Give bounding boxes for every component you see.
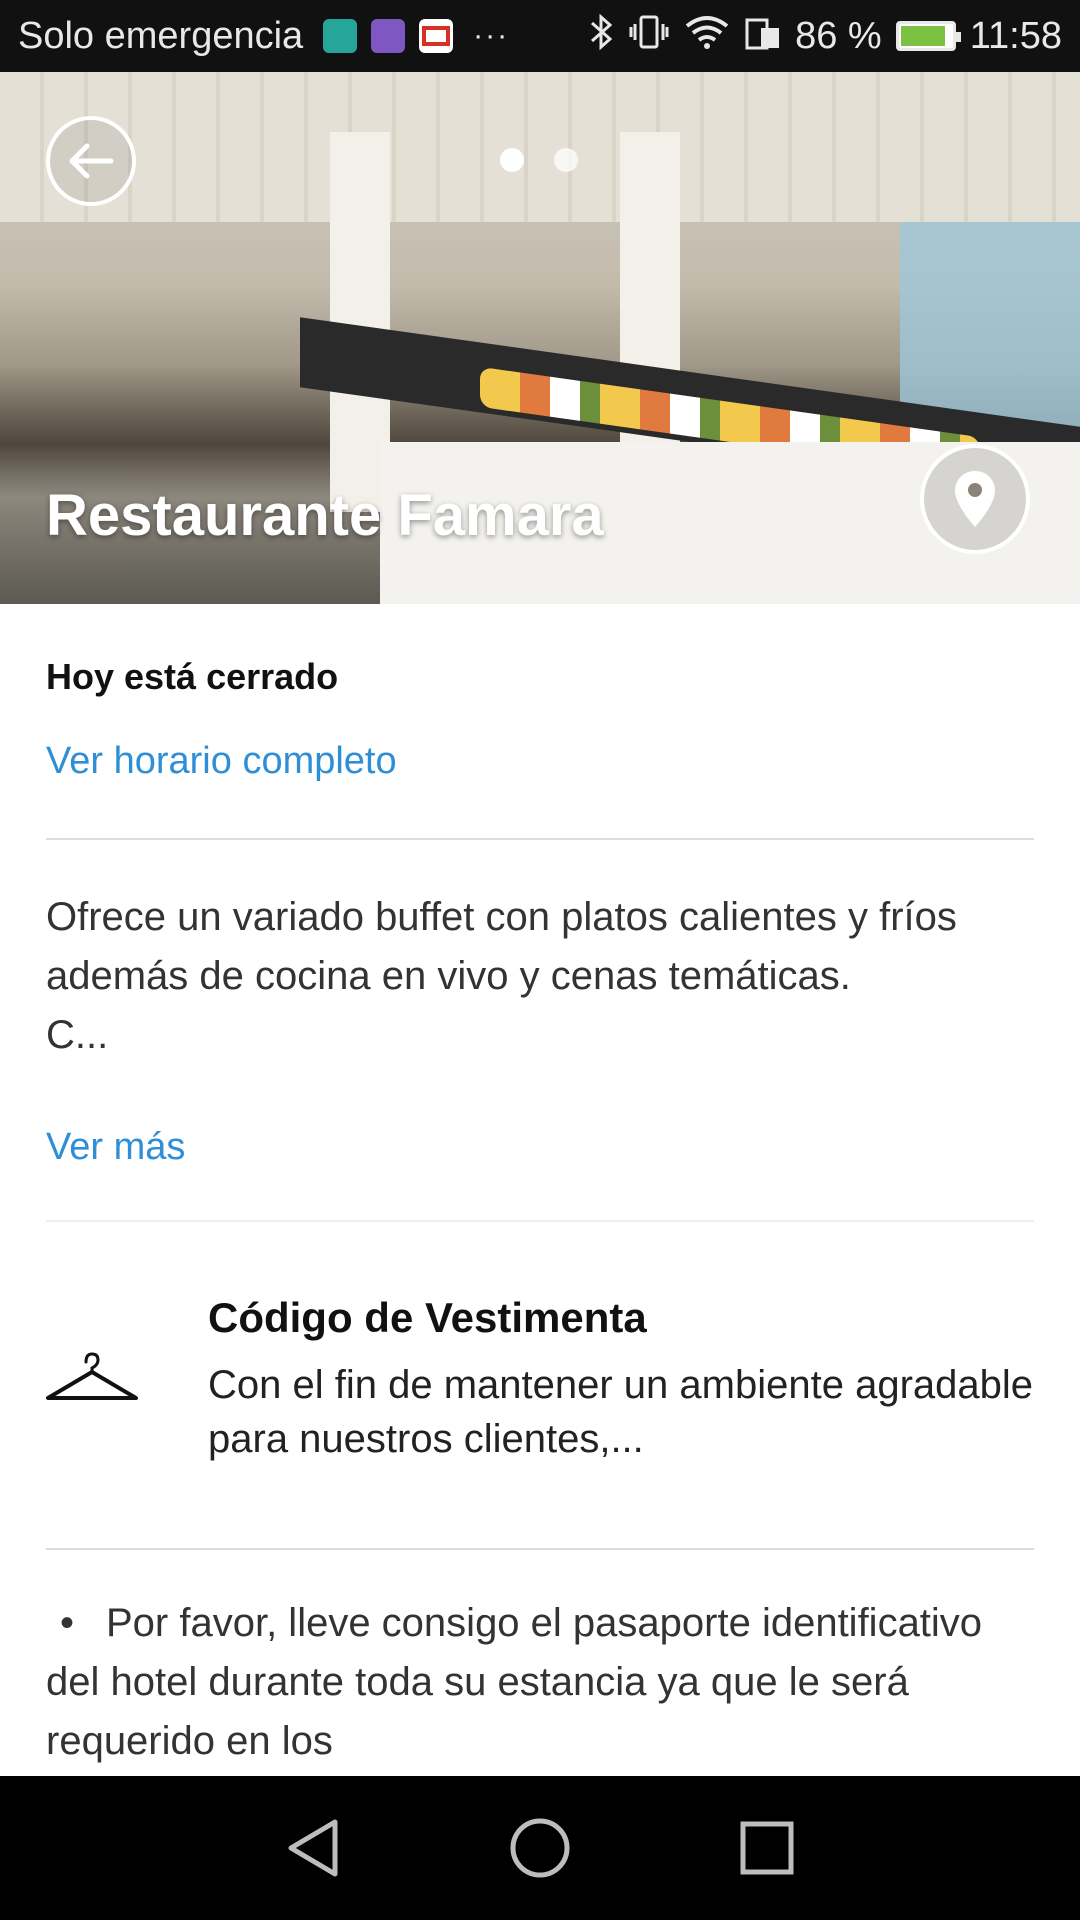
android-icon [323,19,358,53]
nav-home-button[interactable] [500,1808,580,1888]
back-button[interactable] [46,116,136,206]
app-screen: { "status_bar": { "carrier": "Solo emerg… [0,0,1080,1920]
dress-code-title[interactable]: Código de Vestimenta [208,1294,647,1342]
full-schedule-link[interactable]: Ver horario completo [46,740,397,783]
bullet-icon: • [60,1601,75,1645]
carousel-indicator [500,148,578,172]
status-bar: Solo emergencia ··· 86 % 11:58 [0,0,1080,72]
carousel-dot-active[interactable] [500,148,524,172]
bluetooth-icon [589,13,615,59]
divider [46,838,1034,840]
location-button[interactable] [920,444,1030,554]
divider [46,1548,1034,1550]
nav-recents-button[interactable] [727,1808,807,1888]
restaurant-title: Restaurante Famara [46,483,604,548]
vibrate-icon [629,14,669,59]
opening-status: Hoy está cerrado [46,656,339,697]
square-recents-icon [740,1821,794,1875]
more-notifications-icon: ··· [473,19,510,52]
restaurant-description: Ofrece un variado buffet con platos cali… [46,895,957,1057]
circle-home-icon [510,1818,570,1878]
gmail-icon [419,19,454,53]
dress-code-summary[interactable]: Con el fin de mantener un ambiente agrad… [208,1358,1034,1466]
map-pin-icon [955,471,995,527]
notice-text: Por favor, lleve consigo el pasaporte id… [46,1601,983,1763]
wifi-icon [683,14,731,59]
data-transfer-icon [745,14,781,59]
see-more-link[interactable]: Ver más [46,1126,185,1169]
arrow-left-icon [69,143,114,179]
system-navigation-bar [0,1776,1080,1920]
battery-icon [895,21,961,51]
battery-percent: 86 % [795,14,882,57]
triangle-back-icon [288,1819,338,1877]
carrier-label: Solo emergencia [18,14,304,57]
clock: 11:58 [969,14,1062,57]
carousel-dot[interactable] [554,148,578,172]
hotel-notice: • Por favor, lleve consigo el pasaporte i… [46,1594,1034,1771]
divider [46,1220,1034,1222]
nav-back-button[interactable] [273,1808,353,1888]
clothes-hanger-icon [46,1352,138,1400]
gallery-icon [371,19,406,53]
hero-ceiling-decoration [0,72,1080,222]
hero-image: Restaurante Famara [0,72,1080,604]
